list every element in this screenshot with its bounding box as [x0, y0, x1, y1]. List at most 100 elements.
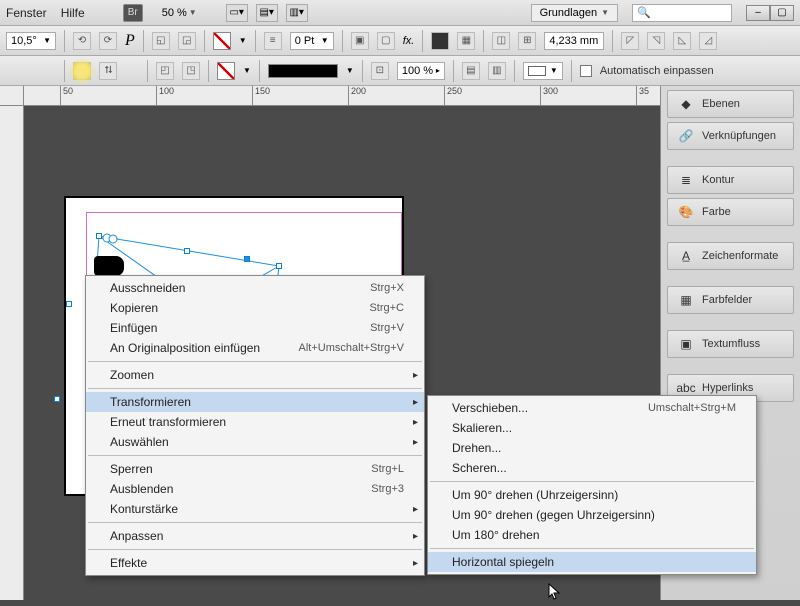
minimize-button[interactable]: –	[746, 5, 770, 21]
maximize-button[interactable]: ▢	[770, 5, 794, 21]
fill-frame-prop-icon[interactable]: ▣	[351, 32, 369, 50]
corner-tl-icon[interactable]: ◸	[621, 32, 639, 50]
ctx-erneut-transformieren[interactable]: Erneut transformieren	[86, 412, 424, 432]
swatches-icon: ▦	[678, 293, 694, 307]
ctx-divider	[88, 388, 422, 389]
zoom-level-combo[interactable]: 50 % ▼	[157, 5, 202, 21]
opacity-field[interactable]: 100 %▸	[397, 62, 445, 80]
context-menu: AusschneidenStrg+X KopierenStrg+C Einfüg…	[85, 275, 425, 576]
mouse-cursor	[548, 583, 562, 601]
panel-farbfelder[interactable]: ▦Farbfelder	[667, 286, 794, 314]
no-stroke-icon[interactable]	[217, 62, 235, 80]
panel-ebenen[interactable]: ◆Ebenen	[667, 90, 794, 118]
sub-drehen[interactable]: Drehen...	[428, 438, 756, 458]
ctx-einfuegen[interactable]: EinfügenStrg+V	[86, 318, 424, 338]
select-content-icon[interactable]: ◲	[178, 32, 196, 50]
stroke-icon: ≣	[678, 173, 694, 187]
text-wrap-none-icon[interactable]: ▥	[488, 62, 506, 80]
workspace-switcher[interactable]: Grundlagen ▼	[531, 4, 618, 22]
ctx-ausschneiden[interactable]: AusschneidenStrg+X	[86, 278, 424, 298]
ctx-kopieren[interactable]: KopierenStrg+C	[86, 298, 424, 318]
select-prev-icon[interactable]: ◰	[156, 62, 174, 80]
text-wrap-jump-icon[interactable]: ▤	[462, 62, 480, 80]
window-controls: – ▢	[746, 5, 794, 21]
auto-fit-checkbox[interactable]	[580, 65, 592, 77]
sub-180[interactable]: Um 180° drehen	[428, 525, 756, 545]
view-mode-icon[interactable]: ▤▾	[256, 4, 278, 22]
corner-br-icon[interactable]: ◿	[699, 32, 717, 50]
sub-scheren[interactable]: Scheren...	[428, 458, 756, 478]
ctx-divider	[88, 455, 422, 456]
sub-skalieren[interactable]: Skalieren...	[428, 418, 756, 438]
ctx-transformieren[interactable]: Transformieren	[86, 392, 424, 412]
selection-handle[interactable]	[276, 263, 282, 269]
submenu-transformieren: Verschieben...Umschalt+Strg+M Skalieren.…	[427, 395, 757, 575]
horizontal-ruler[interactable]: 50 100 150 200 250 300 35	[24, 86, 660, 106]
ctx-anpassen[interactable]: Anpassen	[86, 526, 424, 546]
selection-handle[interactable]	[96, 233, 102, 239]
sub-horizontal-spiegeln[interactable]: Horizontal spiegeln	[428, 552, 756, 572]
corner-tr-icon[interactable]: ◹	[647, 32, 665, 50]
ctx-zoomen[interactable]: Zoomen	[86, 365, 424, 385]
sub-90-ccw[interactable]: Um 90° drehen (gegen Uhrzeigersinn)	[428, 505, 756, 525]
fit-combo[interactable]: ▼	[523, 62, 563, 80]
hyperlinks-icon: abc	[678, 381, 694, 395]
panel-zeichenformate[interactable]: A̲Zeichenformate	[667, 242, 794, 270]
panel-textumfluss[interactable]: ▣Textumfluss	[667, 330, 794, 358]
screen-mode-icon[interactable]: ▭▾	[226, 4, 248, 22]
selection-handle[interactable]	[54, 396, 60, 402]
ref-dim-field[interactable]: 4,233 mm	[544, 32, 604, 50]
select-container-icon[interactable]: ◱	[152, 32, 170, 50]
text-wrap-bounding-icon[interactable]	[431, 32, 449, 50]
corner-bl-icon[interactable]: ◺	[673, 32, 691, 50]
ctx-divider	[88, 522, 422, 523]
zoom-level-value: 50 %	[162, 7, 187, 19]
placed-graphic[interactable]	[94, 256, 124, 276]
auto-fit-label: Automatisch einpassen	[600, 65, 714, 77]
ctx-divider	[88, 549, 422, 550]
vertical-ruler[interactable]	[0, 106, 24, 600]
crop-icon[interactable]: ◫	[492, 32, 510, 50]
flip-vertical-icon[interactable]: ⟳	[99, 32, 117, 50]
chevron-down-icon: ▼	[601, 8, 609, 17]
ctx-effekte[interactable]: Effekte	[86, 553, 424, 573]
menu-hilfe[interactable]: Hilfe	[61, 6, 85, 20]
ctx-divider	[88, 361, 422, 362]
fx-icon[interactable]: fx.	[403, 35, 415, 47]
fit-content-prop-icon[interactable]: ▢	[377, 32, 395, 50]
stroke-style-combo[interactable]	[268, 64, 338, 78]
panel-farbe[interactable]: 🎨Farbe	[667, 198, 794, 226]
p-icon: P	[125, 32, 135, 50]
rotation-field[interactable]: 10,5°▼	[6, 32, 56, 50]
text-wrap-shape-icon[interactable]: ▦	[457, 32, 475, 50]
panel-verknuepfungen[interactable]: 🔗Verknüpfungen	[667, 122, 794, 150]
center-content-icon[interactable]: ⊡	[371, 62, 389, 80]
sub-90-cw[interactable]: Um 90° drehen (Uhrzeigersinn)	[428, 485, 756, 505]
ctx-ausblenden[interactable]: AusblendenStrg+3	[86, 479, 424, 499]
selection-handle[interactable]	[66, 301, 72, 307]
flip-horizontal-icon-2[interactable]: ⮀	[73, 62, 91, 80]
ctx-konturstaerke[interactable]: Konturstärke	[86, 499, 424, 519]
links-icon: 🔗	[678, 129, 694, 143]
search-input[interactable]: 🔍	[632, 4, 732, 22]
select-next-icon[interactable]: ◳	[182, 62, 200, 80]
no-fill-icon[interactable]	[213, 32, 231, 50]
ctx-auswaehlen[interactable]: Auswählen	[86, 432, 424, 452]
stroke-weight-field[interactable]: 0 Pt▼	[290, 32, 334, 50]
stroke-weight-icon: ≡	[264, 32, 282, 50]
bridge-icon[interactable]: Br	[123, 4, 143, 22]
flip-horizontal-icon[interactable]: ⟲	[73, 32, 91, 50]
sub-verschieben[interactable]: Verschieben...Umschalt+Strg+M	[428, 398, 756, 418]
arrange-icon[interactable]: ▥▾	[286, 4, 308, 22]
ctx-sperren[interactable]: SperrenStrg+L	[86, 459, 424, 479]
color-icon: 🎨	[678, 205, 694, 219]
flip-vertical-icon-2[interactable]: ⮁	[99, 62, 117, 80]
panel-kontur[interactable]: ≣Kontur	[667, 166, 794, 194]
menu-bar: Fenster Hilfe Br 50 % ▼ ▭▾ ▤▾ ▥▾ Grundla…	[0, 0, 800, 26]
ctx-originalpos-einfuegen[interactable]: An Originalposition einfügenAlt+Umschalt…	[86, 338, 424, 358]
ruler-origin[interactable]	[0, 86, 24, 106]
selection-handle[interactable]	[184, 248, 190, 254]
selection-center-handle[interactable]	[244, 256, 250, 262]
menu-fenster[interactable]: Fenster	[6, 6, 47, 20]
search-icon: 🔍	[637, 6, 651, 19]
